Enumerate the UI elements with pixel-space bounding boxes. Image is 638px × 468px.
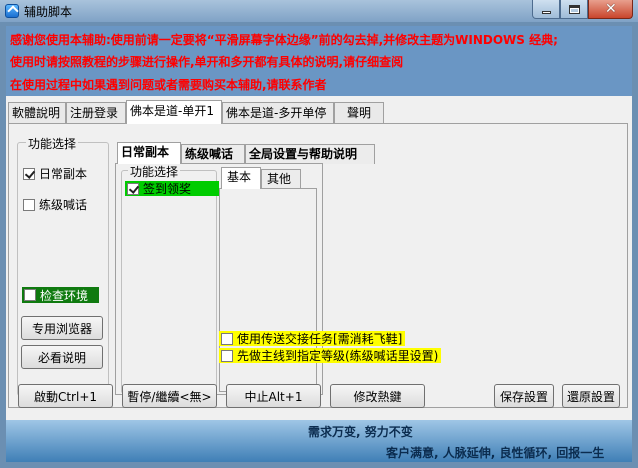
window-title: 辅助脚本 <box>24 5 73 19</box>
leveling-shout-label: 练级喊话 <box>39 198 88 212</box>
mainline-first-label: 先做主线到指定等级(练级喊话里设置) <box>237 349 439 363</box>
tab-software-info[interactable]: 軟體說明 <box>8 102 66 124</box>
title-bar[interactable]: 辅助脚本 ✕ <box>0 0 638 22</box>
start-button[interactable]: 啟動Ctrl+1 <box>18 384 113 408</box>
app-icon <box>5 4 19 18</box>
close-button[interactable]: ✕ <box>588 0 633 19</box>
pause-resume-button[interactable]: 暫停/繼續<無> <box>122 384 217 408</box>
single-open-panel: 功能选择 日常副本 练级喊话 检查环境 专用浏览器 必看说明 日常副本 练级喊话… <box>8 123 628 408</box>
maximize-button[interactable] <box>560 0 588 19</box>
notice-line-2: 使用时请按照教程的步骤进行操作,单开和多开都有具体的说明,请仔细查阅 <box>10 55 404 69</box>
function-select-group: 功能选择 日常副本 练级喊话 检查环境 专用浏览器 必看说明 <box>17 135 109 396</box>
modify-hotkey-button[interactable]: 修改熱鍵 <box>330 384 425 408</box>
tab-global-settings[interactable]: 全局设置与帮助说明 <box>245 144 375 164</box>
close-icon: ✕ <box>605 1 617 17</box>
save-settings-button[interactable]: 保存設置 <box>494 384 554 408</box>
footer-motto: 客户满意, 人脉延伸, 良性循环, 回报一生 <box>386 446 605 460</box>
daily-function-group: 功能选择 签到领奖 <box>121 163 219 394</box>
signin-reward-check <box>127 182 139 195</box>
mainline-first-checkbox[interactable]: 先做主线到指定等级(练级喊话里设置) <box>219 348 442 363</box>
teleport-quest-checkbox[interactable]: 使用传送交接任务[需消耗飞鞋] <box>219 331 406 346</box>
check-environment-checkbox[interactable]: 检查环境 <box>22 287 99 303</box>
minimize-icon <box>542 11 551 14</box>
daily-function-caption: 功能选择 <box>128 163 181 180</box>
check-environment-label: 检查环境 <box>40 288 89 303</box>
leveling-shout-checkbox[interactable]: 练级喊话 <box>23 196 87 213</box>
tab-other[interactable]: 其他 <box>261 169 301 189</box>
minimize-button[interactable] <box>532 0 560 19</box>
teleport-quest-label: 使用传送交接任务[需消耗飞鞋] <box>237 332 403 346</box>
tab-basic[interactable]: 基本 <box>221 167 261 189</box>
daily-dungeon-check <box>23 167 35 180</box>
footer-banner: 需求万变, 努力不变 客户满意, 人脉延伸, 良性循环, 回报一生 <box>6 420 632 462</box>
signin-reward-label: 签到领奖 <box>143 182 192 196</box>
restore-settings-button[interactable]: 還原設置 <box>562 384 620 408</box>
leveling-shout-check <box>23 198 35 211</box>
signin-reward-checkbox[interactable]: 签到领奖 <box>125 181 219 196</box>
tab-multi-open[interactable]: 佛本是道-多开单停 <box>222 102 334 124</box>
tab-leveling-shout[interactable]: 练级喊话 <box>181 144 245 164</box>
tab-daily-dungeon[interactable]: 日常副本 <box>117 142 181 164</box>
must-read-button[interactable]: 必看说明 <box>21 345 103 369</box>
footer-slogan: 需求万变, 努力不变 <box>308 425 413 439</box>
function-select-caption: 功能选择 <box>26 135 79 152</box>
daily-dungeon-checkbox[interactable]: 日常副本 <box>23 165 87 182</box>
tab-register-login[interactable]: 注册登录 <box>66 102 126 124</box>
notice-panel: 感谢您使用本辅助:使用前请一定要将“平滑屏幕字体边缘”前的勾去掉,并修改主题为W… <box>6 26 632 96</box>
check-environment-check <box>24 289 36 301</box>
tab-declaration[interactable]: 聲明 <box>334 102 384 124</box>
mainline-first-check <box>221 349 233 362</box>
notice-line-1: 感谢您使用本辅助:使用前请一定要将“平滑屏幕字体边缘”前的勾去掉,并修改主题为W… <box>10 33 558 47</box>
dedicated-browser-button[interactable]: 专用浏览器 <box>21 316 103 340</box>
notice-line-3: 在使用过程中如果遇到问题或者需要购买本辅助,请联系作者 <box>10 78 327 92</box>
daily-dungeon-label: 日常副本 <box>39 167 88 181</box>
tab-single-open[interactable]: 佛本是道-单开1 <box>126 100 222 124</box>
main-window: 感谢您使用本辅助:使用前请一定要将“平滑屏幕字体边缘”前的勾去掉,并修改主题为W… <box>6 26 632 462</box>
teleport-quest-check <box>221 332 233 345</box>
maximize-icon <box>569 5 580 14</box>
stop-button[interactable]: 中止Alt+1 <box>226 384 321 408</box>
